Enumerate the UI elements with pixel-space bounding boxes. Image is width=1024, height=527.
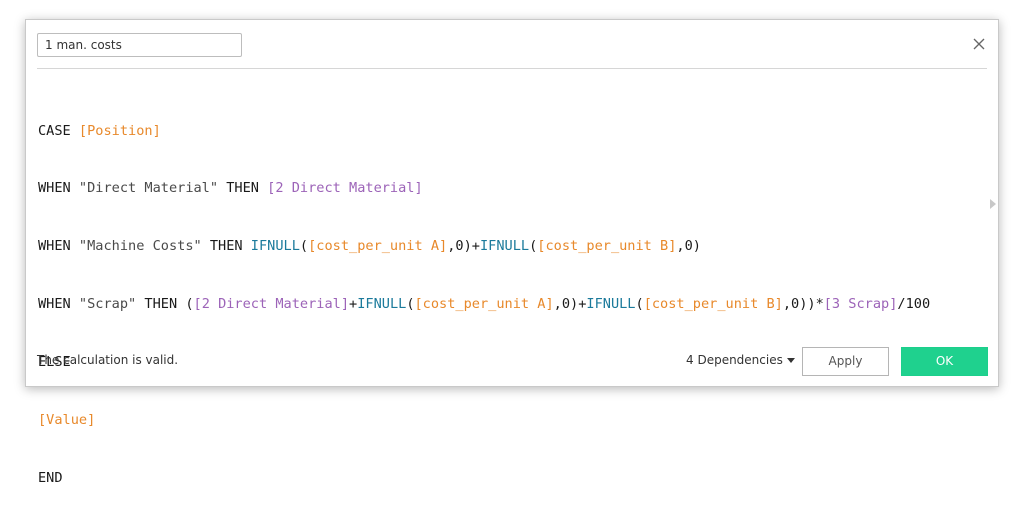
code-line: END	[38, 469, 978, 488]
keyword: THEN	[201, 238, 251, 255]
function-name: IFNULL	[357, 296, 407, 313]
keyword: THEN	[218, 180, 268, 197]
close-icon[interactable]	[970, 35, 988, 53]
code-line: CASE [Position]	[38, 122, 978, 141]
code-line: WHEN "Machine Costs" THEN IFNULL([cost_p…	[38, 237, 978, 256]
keyword: END	[38, 469, 63, 486]
dependencies-dropdown[interactable]: 4 Dependencies	[686, 353, 795, 367]
code-line: [Value]	[38, 411, 978, 430]
field-reference: [Value]	[38, 412, 96, 429]
operator: ,0)+	[553, 296, 587, 313]
field-reference: [Position]	[78, 122, 161, 139]
operator: ,0))*	[782, 296, 824, 313]
function-name: IFNULL	[479, 238, 530, 255]
dependencies-label: 4 Dependencies	[686, 353, 783, 367]
ok-button[interactable]: OK	[901, 347, 988, 376]
keyword: WHEN	[38, 296, 79, 313]
string-literal: "Machine Costs"	[78, 238, 202, 255]
field-reference: [cost_per_unit B]	[537, 238, 677, 255]
function-name: IFNULL	[586, 296, 636, 313]
apply-button[interactable]: Apply	[802, 347, 889, 376]
keyword: THEN (	[136, 296, 194, 313]
keyword: WHEN	[38, 238, 79, 255]
operator: +	[349, 296, 358, 313]
operator: ,0)	[676, 238, 701, 255]
calculated-field-reference: [2 Direct Material]	[193, 296, 350, 313]
operator: (	[406, 296, 415, 313]
operator: ,0)+	[447, 238, 480, 255]
validation-status: The calculation is valid.	[37, 353, 179, 367]
formula-editor[interactable]: CASE [Position] WHEN "Direct Material" T…	[38, 83, 978, 486]
keyword: WHEN	[38, 180, 79, 197]
field-reference: [cost_per_unit A]	[308, 238, 448, 255]
field-reference: [cost_per_unit B]	[643, 296, 783, 313]
calculated-field-reference: [2 Direct Material]	[267, 180, 423, 197]
operator: (	[635, 296, 644, 313]
keyword: CASE	[38, 122, 79, 139]
header-divider	[37, 68, 987, 69]
string-literal: "Direct Material"	[78, 180, 219, 197]
function-name: IFNULL	[250, 238, 300, 255]
string-literal: "Scrap"	[78, 296, 137, 313]
code-line: WHEN "Scrap" THEN ([2 Direct Material]+I…	[38, 295, 978, 314]
code-line: WHEN "Direct Material" THEN [2 Direct Ma…	[38, 179, 978, 198]
caret-down-icon	[786, 358, 795, 363]
calculated-field-reference: [3 Scrap]	[823, 296, 898, 313]
calculation-name-input[interactable]	[37, 33, 242, 57]
calculation-editor-dialog: CASE [Position] WHEN "Direct Material" T…	[25, 19, 999, 486]
expand-panel-arrow-icon[interactable]	[990, 199, 996, 209]
operator: /100	[897, 296, 931, 313]
field-reference: [cost_per_unit A]	[414, 296, 554, 313]
operator: (	[299, 238, 309, 255]
